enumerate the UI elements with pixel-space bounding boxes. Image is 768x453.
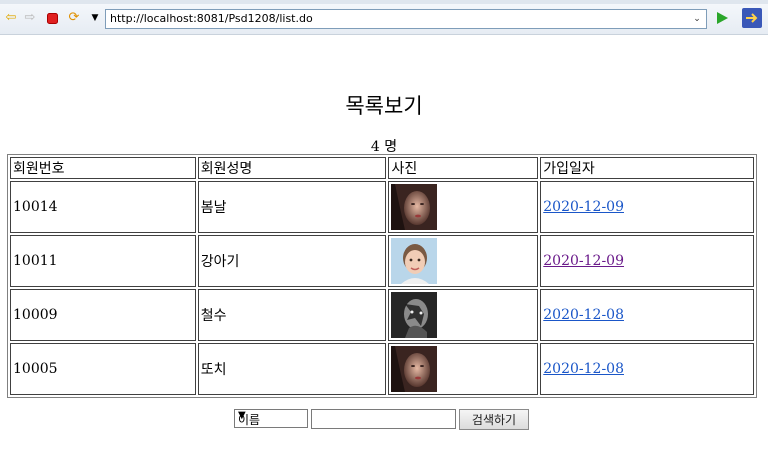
member-id: 10014	[10, 181, 196, 233]
chevron-down-icon[interactable]: ▼	[238, 410, 305, 421]
join-date-cell: 2020-12-09	[540, 181, 754, 233]
join-date-cell: 2020-12-08	[540, 343, 754, 395]
search-button[interactable]: 검색하기	[459, 409, 529, 430]
monochrome-photo	[391, 292, 438, 338]
member-id: 10011	[10, 235, 196, 287]
header-member-id: 회원번호	[10, 157, 196, 179]
member-id: 10005	[10, 343, 196, 395]
table-row: 10011 강아기 2020-12-09	[10, 235, 754, 287]
join-date-link[interactable]: 2020-12-08	[543, 307, 624, 323]
child-photo	[391, 238, 438, 284]
member-count-number: 4	[370, 139, 380, 155]
browser-toolbar: ⇦ ⇨ ⟳ ▼ http://localhost:8081/Psd1208/li…	[0, 4, 768, 35]
history-dropdown-icon[interactable]: ▼	[87, 10, 103, 26]
table-row: 10005 또치 2020-12-08	[10, 343, 754, 395]
go-icon[interactable]	[714, 10, 730, 26]
member-name: 봄날	[197, 181, 387, 233]
member-table: 회원번호 회원성명 사진 가입일자 10014 봄날 2020-12-09 10…	[7, 154, 757, 398]
member-name: 또치	[197, 343, 387, 395]
member-photo-cell	[388, 289, 539, 341]
url-text[interactable]: http://localhost:8081/Psd1208/list.do	[110, 12, 313, 25]
external-browser-icon[interactable]	[742, 8, 762, 28]
member-count: 4 명	[0, 136, 768, 156]
page-title: 목록보기	[345, 94, 423, 118]
member-id: 10009	[10, 289, 196, 341]
refresh-icon[interactable]: ⟳	[66, 10, 82, 26]
header-photo: 사진	[388, 157, 539, 179]
stop-icon[interactable]	[44, 10, 60, 26]
back-arrow-icon[interactable]: ⇦	[3, 10, 19, 26]
portrait-photo	[391, 346, 438, 392]
chevron-down-icon[interactable]: ⌄	[690, 12, 704, 26]
address-bar[interactable]: http://localhost:8081/Psd1208/list.do ⌄	[105, 9, 707, 29]
table-header-row: 회원번호 회원성명 사진 가입일자	[10, 157, 754, 179]
member-photo-cell	[388, 235, 539, 287]
portrait-photo	[391, 184, 438, 230]
search-field-select[interactable]: 이름 ▼	[234, 409, 308, 428]
forward-arrow-icon[interactable]: ⇨	[22, 10, 38, 26]
header-join-date: 가입일자	[540, 157, 754, 179]
header-member-name: 회원성명	[197, 157, 387, 179]
join-date-link[interactable]: 2020-12-09	[543, 199, 624, 215]
search-input[interactable]	[311, 409, 456, 429]
join-date-cell: 2020-12-08	[540, 289, 754, 341]
member-photo-cell	[388, 343, 539, 395]
join-date-link[interactable]: 2020-12-08	[543, 361, 624, 377]
search-form: 이름 ▼ 검색하기	[0, 409, 768, 431]
join-date-link[interactable]: 2020-12-09	[543, 253, 624, 269]
join-date-cell: 2020-12-09	[540, 235, 754, 287]
member-photo-cell	[388, 181, 539, 233]
member-name: 강아기	[197, 235, 387, 287]
table-row: 10014 봄날 2020-12-09	[10, 181, 754, 233]
table-row: 10009 철수 2020-12-08	[10, 289, 754, 341]
member-count-unit: 명	[384, 139, 398, 155]
member-name: 철수	[197, 289, 387, 341]
